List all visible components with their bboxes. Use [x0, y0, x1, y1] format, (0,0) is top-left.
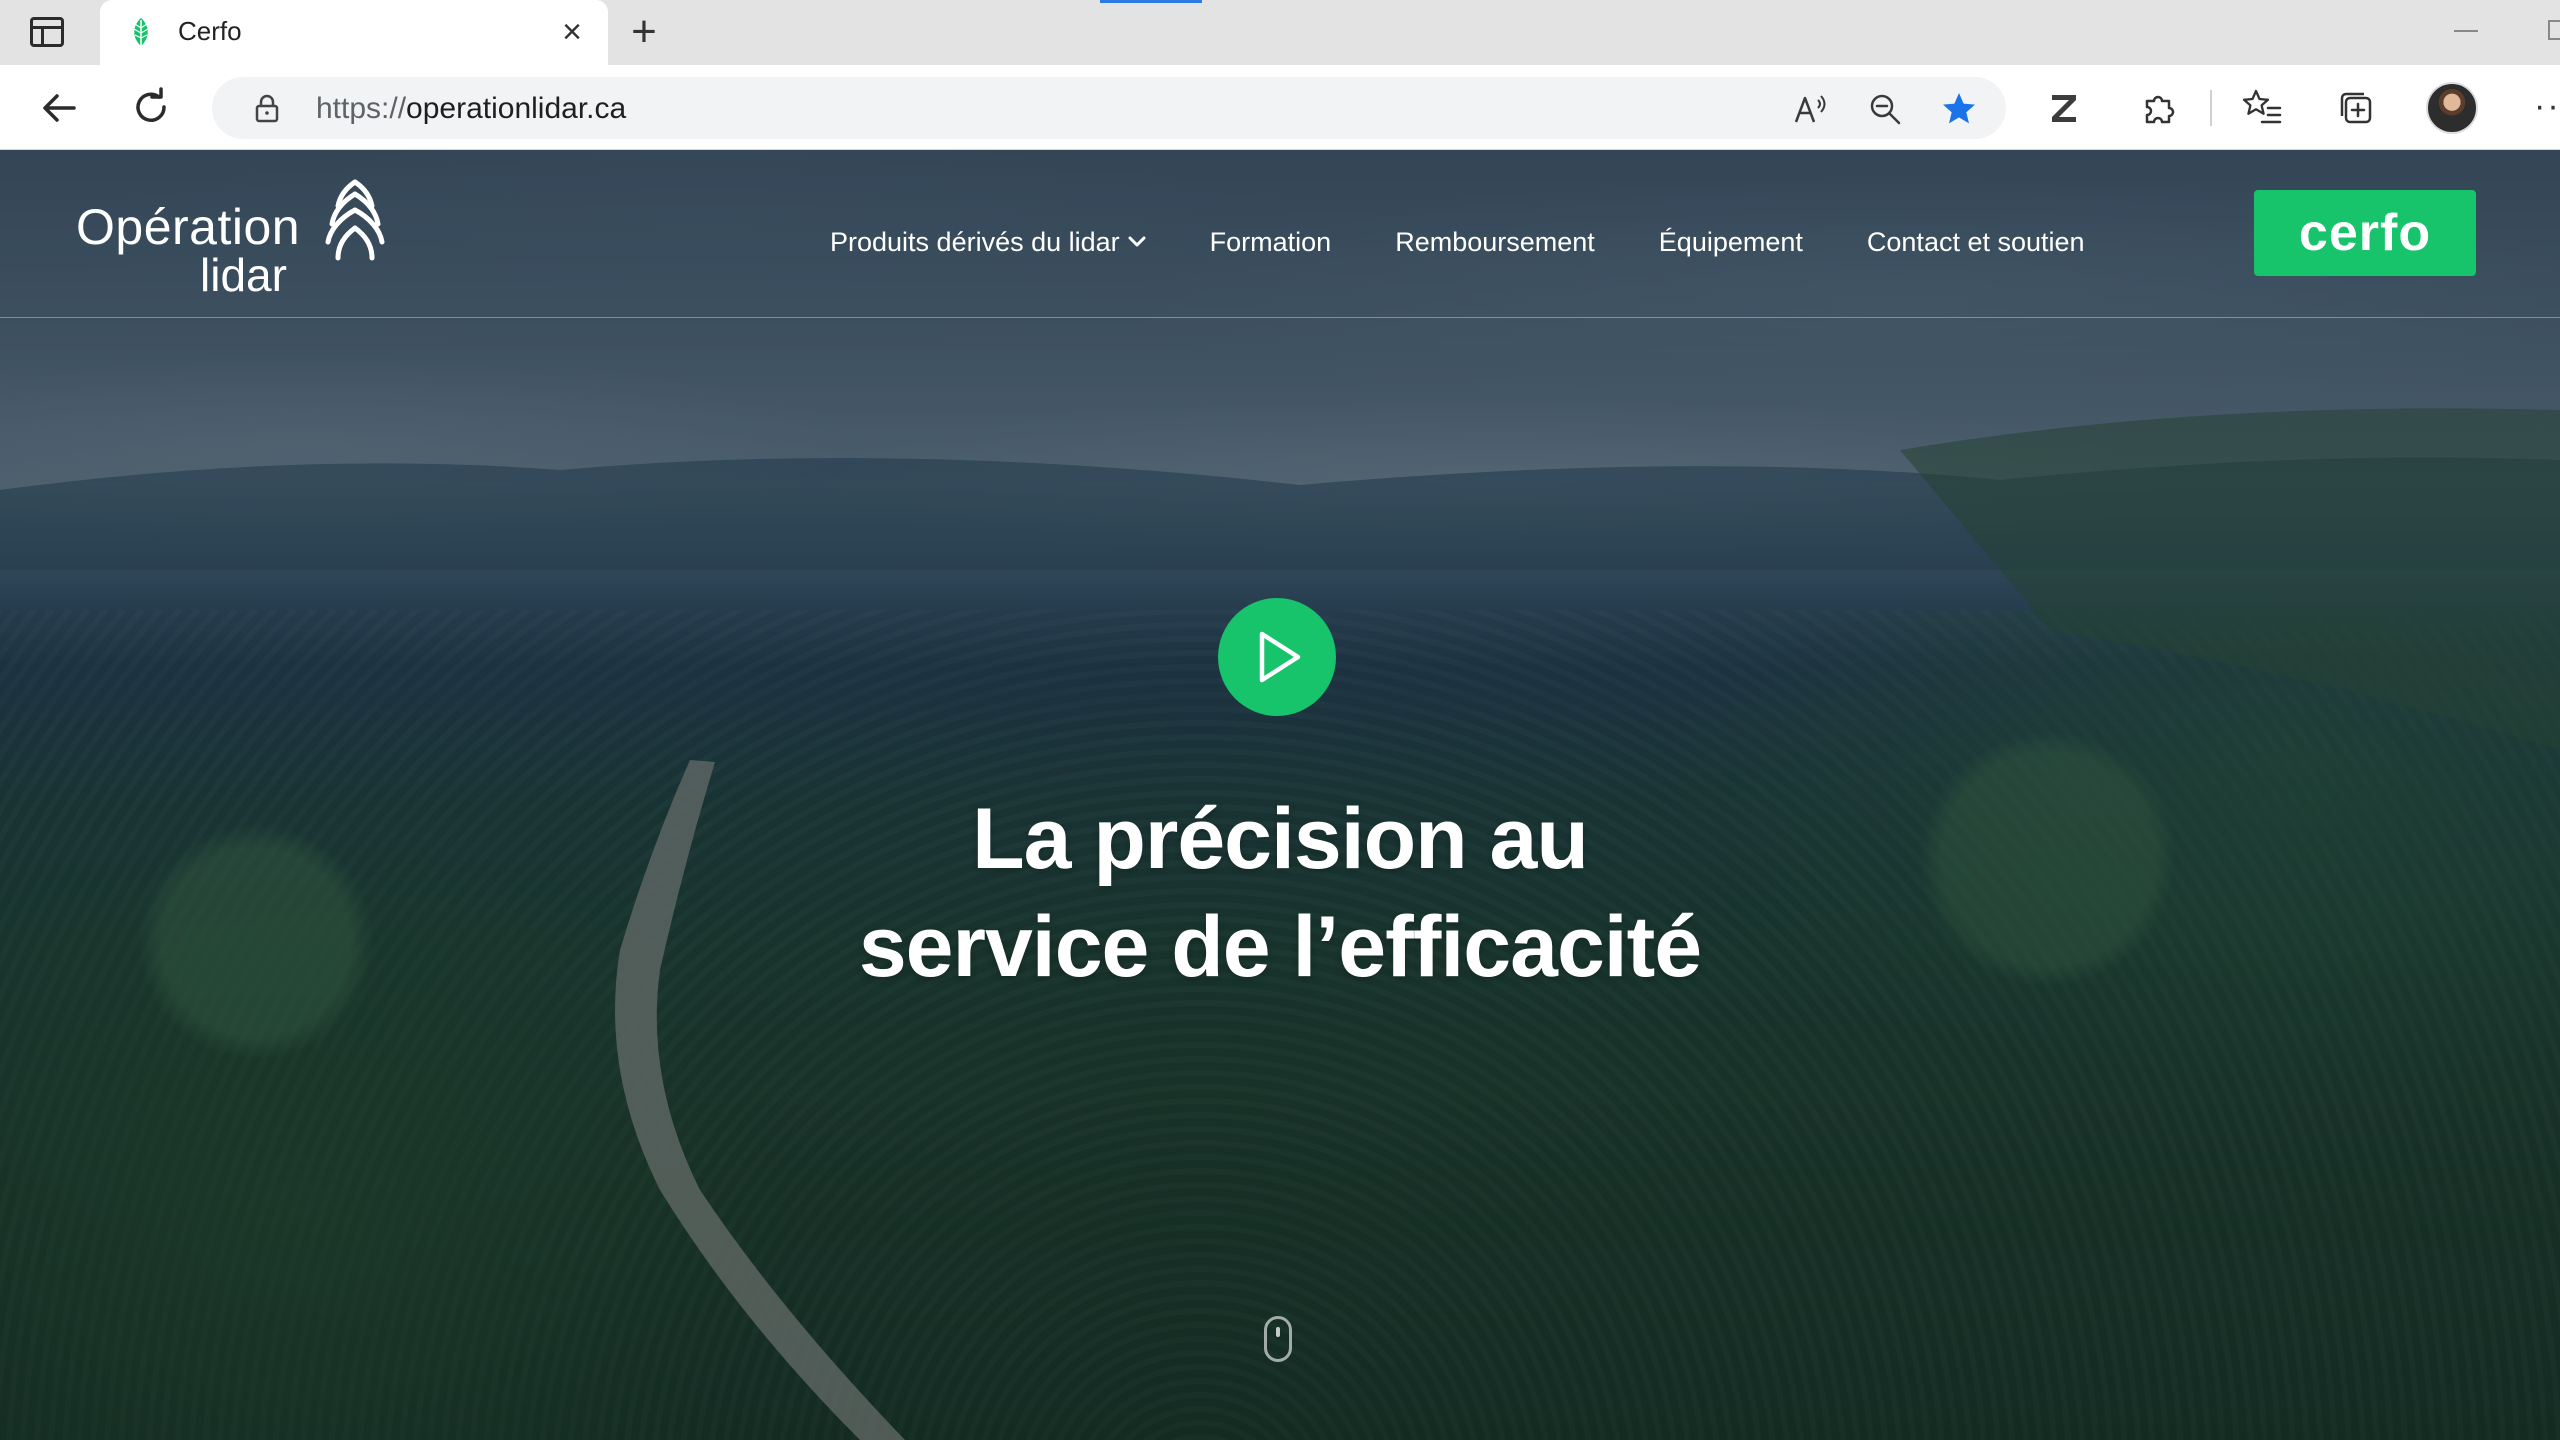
new-tab-icon[interactable]: + — [624, 10, 664, 54]
star-icon[interactable] — [1940, 90, 1978, 128]
minimize-icon[interactable] — [2454, 30, 2478, 32]
nav-item-contact[interactable]: Contact et soutien — [1867, 222, 2085, 262]
web-page: Opération lidar Produits dérivés du lida… — [0, 150, 2560, 1440]
play-icon — [1259, 631, 1301, 683]
chevron-down-icon — [1128, 236, 1146, 247]
cerfo-button[interactable]: cerfo — [2254, 190, 2476, 276]
site-header: Opération lidar Produits dérivés du lida… — [0, 150, 2560, 318]
nav-item-produits[interactable]: Produits dérivés du lidar — [830, 222, 1146, 262]
tab-bar: Cerfo × + — [0, 0, 2560, 65]
url-host: operationlidar.ca — [406, 92, 627, 125]
active-tab[interactable]: Cerfo × — [100, 0, 608, 65]
zotero-icon[interactable] — [2042, 86, 2086, 130]
cerfo-leaf-icon — [133, 18, 149, 46]
maximize-icon[interactable] — [2548, 20, 2560, 40]
loading-indicator — [1100, 0, 1202, 3]
address-bar[interactable]: https://operationlidar.ca — [212, 77, 2006, 139]
zoom-out-icon[interactable] — [1866, 90, 1904, 128]
avatar[interactable] — [2426, 82, 2478, 134]
nav-item-label: Produits dérivés du lidar — [830, 226, 1120, 257]
collections-icon[interactable] — [2334, 86, 2378, 130]
operation-lidar-logo[interactable]: Opération lidar — [76, 178, 406, 301]
read-aloud-icon[interactable] — [1792, 90, 1830, 128]
tab-actions-icon[interactable] — [30, 17, 64, 47]
play-video-button[interactable] — [1218, 598, 1336, 716]
url-text[interactable]: https://operationlidar.ca — [316, 92, 626, 126]
puzzle-icon[interactable] — [2138, 86, 2182, 130]
back-arrow-icon[interactable] — [36, 85, 82, 131]
hero-title-line1: La précision au — [972, 791, 1589, 887]
hero-title: La précision au service de l’efficacité — [680, 785, 1880, 1001]
ellipsis-icon[interactable]: ··· — [2534, 87, 2560, 126]
lock-icon[interactable] — [252, 93, 282, 123]
nav-item-remboursement[interactable]: Remboursement — [1395, 222, 1595, 262]
close-tab-icon[interactable]: × — [554, 14, 590, 50]
nav-item-formation[interactable]: Formation — [1210, 222, 1332, 262]
toolbar-divider — [2210, 90, 2212, 126]
logo-text-line2: lidar — [200, 249, 287, 301]
hero-title-line2: service de l’efficacité — [858, 899, 1702, 995]
url-scheme: https:// — [316, 92, 407, 125]
favorites-list-icon[interactable] — [2240, 86, 2284, 130]
reload-icon[interactable] — [128, 85, 174, 131]
lidar-leaf-logo-icon — [325, 179, 385, 261]
nav-item-equipement[interactable]: Équipement — [1659, 222, 1803, 262]
main-navigation: Produits dérivés du lidar Formation Remb… — [830, 222, 2085, 262]
browser-toolbar: https://operationlidar.ca ··· — [0, 65, 2560, 150]
scroll-down-mouse-icon[interactable] — [1264, 1316, 1292, 1362]
tab-title: Cerfo — [178, 16, 242, 46]
